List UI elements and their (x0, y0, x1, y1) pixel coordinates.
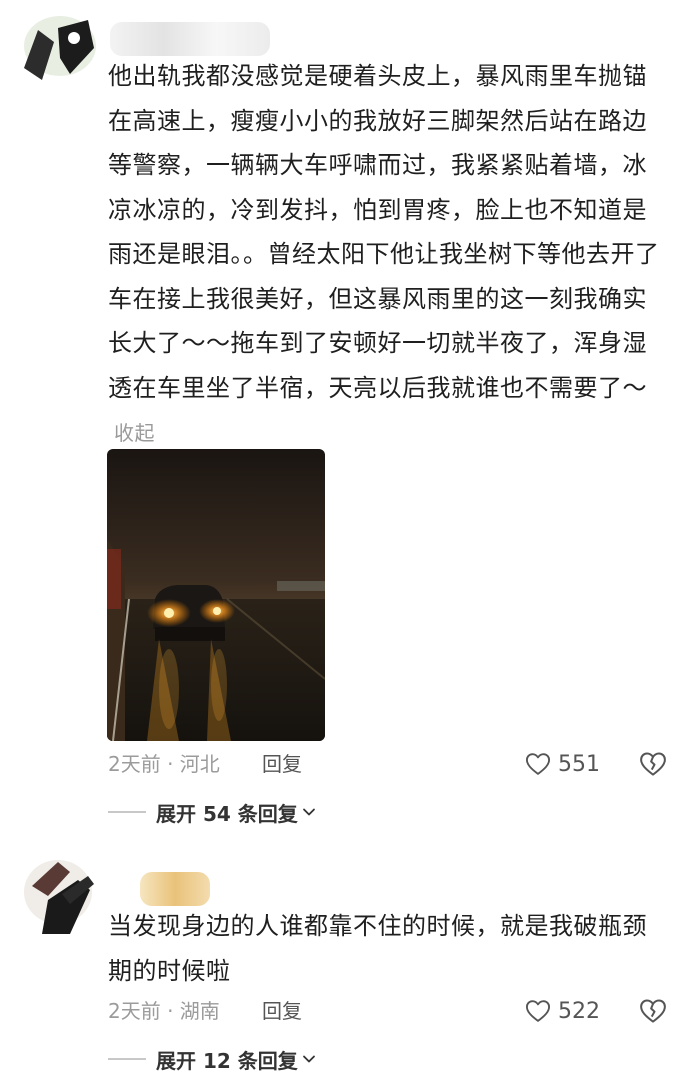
heart-outline-icon (525, 753, 551, 775)
broken-heart-icon[interactable] (638, 996, 668, 1026)
like-button[interactable]: 551 (524, 747, 600, 781)
divider-line (108, 811, 146, 813)
username-blurred[interactable] (110, 22, 270, 56)
expand-replies-label: 展开 54 条回复 (156, 801, 298, 826)
collapse-link[interactable]: 收起 (114, 421, 155, 445)
expand-replies-label: 展开 12 条回复 (156, 1048, 298, 1073)
like-count: 522 (558, 998, 600, 1024)
expand-replies-button[interactable]: 展开 12 条回复 (108, 1042, 316, 1076)
chevron-down-icon (302, 1055, 315, 1063)
comment-item: 当发现身边的人谁都靠不住的时候，就是我破瓶颈期的时候啦 2天前 · 湖南 回复 … (0, 840, 696, 1080)
comment-text: 当发现身边的人谁都靠不住的时候，就是我破瓶颈期的时候啦 (108, 904, 668, 993)
comment-meta: 2天前 · 河北 回复 551 (108, 747, 668, 781)
chevron-down-icon (302, 808, 315, 816)
reply-button[interactable]: 回复 (262, 994, 302, 1028)
avatar[interactable] (18, 850, 102, 934)
avatar[interactable] (14, 8, 98, 92)
comment-text: 他出轨我都没感觉是硬着头皮上，暴风雨里车抛锚在高速上，瘦瘦小小的我放好三脚架然后… (108, 54, 668, 456)
comment-body: 当发现身边的人谁都靠不住的时候，就是我破瓶颈期的时候啦 (108, 912, 647, 985)
comment-item: 他出轨我都没感觉是硬着头皮上，暴风雨里车抛锚在高速上，瘦瘦小小的我放好三脚架然后… (0, 0, 696, 830)
heart-outline-icon (525, 1000, 551, 1022)
broken-heart-icon[interactable] (638, 749, 668, 779)
divider-line (108, 1058, 146, 1060)
comment-photo[interactable] (107, 449, 325, 741)
like-button[interactable]: 522 (524, 994, 600, 1028)
reply-button[interactable]: 回复 (262, 747, 302, 781)
time-location: 2天前 · 湖南 (108, 999, 220, 1023)
comment-meta: 2天前 · 湖南 回复 522 (108, 994, 668, 1028)
like-count: 551 (558, 751, 600, 777)
time-location: 2天前 · 河北 (108, 752, 220, 776)
comment-body: 他出轨我都没感觉是硬着头皮上，暴风雨里车抛锚在高速上，瘦瘦小小的我放好三脚架然后… (108, 62, 660, 402)
username-blurred[interactable] (140, 872, 210, 906)
expand-replies-button[interactable]: 展开 54 条回复 (108, 795, 316, 829)
